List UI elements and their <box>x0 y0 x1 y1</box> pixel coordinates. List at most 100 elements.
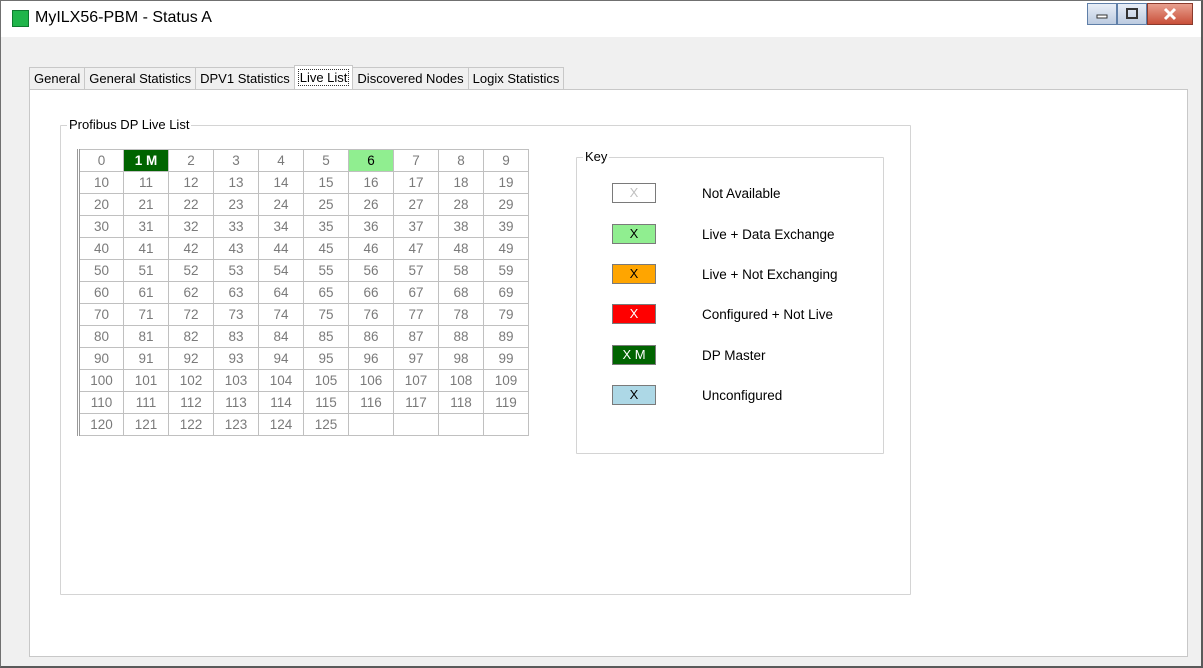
tab-live-list[interactable]: Live List <box>293 65 354 89</box>
live-list-node-cell: 52 <box>168 259 214 282</box>
live-list-node-cell: 71 <box>123 303 169 326</box>
live-list-node-cell: 41 <box>123 237 169 260</box>
live-list-node-cell: 117 <box>393 391 439 414</box>
key-swatch: X <box>612 183 656 203</box>
key-label: Not Available <box>702 186 781 201</box>
live-list-node-cell: 30 <box>78 215 124 238</box>
tab-logix-statistics[interactable]: Logix Statistics <box>467 67 565 89</box>
live-list-node-cell: 21 <box>123 193 169 216</box>
title-bar[interactable]: MyILX56-PBM - Status A <box>1 1 1201 37</box>
live-list-node-cell: 25 <box>303 193 349 216</box>
live-list-node-cell: 15 <box>303 171 349 194</box>
live-list-node-cell: 88 <box>438 325 484 348</box>
live-list-row: 50 51 52 53 54 55 56 57 58 59 <box>78 259 529 282</box>
live-list-node-cell: 107 <box>393 369 439 392</box>
key-label: Configured + Not Live <box>702 307 833 322</box>
tab-dpv1-statistics[interactable]: DPV1 Statistics <box>195 67 295 89</box>
live-list-node-cell: 47 <box>393 237 439 260</box>
live-list-empty-cell <box>483 413 529 436</box>
live-list-node-cell: 2 <box>168 149 214 172</box>
live-list-empty-cell <box>348 413 394 436</box>
tab-label: Discovered Nodes <box>357 71 464 86</box>
live-list-node-cell: 1 M <box>123 149 169 172</box>
live-list-node-cell: 44 <box>258 237 304 260</box>
key-label: DP Master <box>702 348 766 363</box>
tab-label: Logix Statistics <box>472 71 560 86</box>
live-list-node-cell: 110 <box>78 391 124 414</box>
live-list-node-cell: 123 <box>213 413 259 436</box>
minimize-icon <box>1096 14 1108 19</box>
live-list-row: 120 121 122 123 124 125 <box>78 413 529 436</box>
live-list-node-cell: 0 <box>78 149 124 172</box>
live-list-node-cell: 24 <box>258 193 304 216</box>
key-label: Live + Not Exchanging <box>702 267 838 282</box>
live-list-node-cell: 68 <box>438 281 484 304</box>
live-list-node-cell: 33 <box>213 215 259 238</box>
live-list-node-cell: 94 <box>258 347 304 370</box>
live-list-node-cell: 5 <box>303 149 349 172</box>
tab-label: Live List <box>297 69 350 86</box>
key-swatch: X <box>612 224 656 244</box>
close-button[interactable] <box>1147 3 1193 25</box>
live-list-node-cell: 79 <box>483 303 529 326</box>
live-list-node-cell: 122 <box>168 413 214 436</box>
live-list-grid: 01 M 2 3 4 5 6 7 8 9 10 11 12 13 14 15 16 17 18 19 20 21 22 23… <box>77 149 529 436</box>
live-list-node-cell: 59 <box>483 259 529 282</box>
live-list-node-cell: 64 <box>258 281 304 304</box>
live-list-node-cell: 4 <box>258 149 304 172</box>
live-list-node-cell: 27 <box>393 193 439 216</box>
key-swatch: X <box>612 385 656 405</box>
live-list-node-cell: 112 <box>168 391 214 414</box>
tab-strip: General General Statistics DPV1 Statistics… <box>29 65 565 90</box>
live-list-node-cell: 7 <box>393 149 439 172</box>
key-swatch: X <box>612 304 656 324</box>
live-list-node-cell: 103 <box>213 369 259 392</box>
live-list-node-cell: 14 <box>258 171 304 194</box>
live-list-node-cell: 80 <box>78 325 124 348</box>
live-list-row: 01 M23456789 <box>78 149 529 172</box>
live-list-node-cell: 105 <box>303 369 349 392</box>
live-list-node-cell: 73 <box>213 303 259 326</box>
live-list-node-cell: 84 <box>258 325 304 348</box>
live-list-node-cell: 65 <box>303 281 349 304</box>
live-list-node-cell: 16 <box>348 171 394 194</box>
live-list-node-cell: 93 <box>213 347 259 370</box>
live-list-empty-cell <box>393 413 439 436</box>
live-list-row: 80 81 82 83 84 85 86 87 88 89 <box>78 325 529 348</box>
live-list-row: 60 61 62 63 64 65 66 67 68 69 <box>78 281 529 304</box>
live-list-row: 70 71 72 73 74 75 76 77 78 79 <box>78 303 529 326</box>
tab-discovered-nodes[interactable]: Discovered Nodes <box>352 67 469 89</box>
live-list-node-cell: 49 <box>483 237 529 260</box>
tab-general[interactable]: General <box>29 67 86 89</box>
live-list-node-cell: 72 <box>168 303 214 326</box>
live-list-node-cell: 96 <box>348 347 394 370</box>
tab-label: General Statistics <box>89 71 192 86</box>
tab-general-statistics[interactable]: General Statistics <box>84 67 197 89</box>
live-list-node-cell: 22 <box>168 193 214 216</box>
live-list-node-cell: 60 <box>78 281 124 304</box>
live-list-node-cell: 40 <box>78 237 124 260</box>
live-list-node-cell: 9 <box>483 149 529 172</box>
live-list-node-cell: 109 <box>483 369 529 392</box>
live-list-node-cell: 8 <box>438 149 484 172</box>
live-list-row: 20 21 22 23 24 25 26 27 28 29 <box>78 193 529 216</box>
live-list-node-cell: 82 <box>168 325 214 348</box>
live-list-node-cell: 51 <box>123 259 169 282</box>
live-list-row: 100 101 102 103 104 105 106 107 108 109 <box>78 369 529 392</box>
live-list-node-cell: 67 <box>393 281 439 304</box>
status-window: MyILX56-PBM - Status A General General St… <box>0 0 1203 668</box>
live-list-node-cell: 39 <box>483 215 529 238</box>
live-list-node-cell: 32 <box>168 215 214 238</box>
live-list-node-cell: 13 <box>213 171 259 194</box>
live-list-node-cell: 91 <box>123 347 169 370</box>
live-list-node-cell: 121 <box>123 413 169 436</box>
live-list-group-label: Profibus DP Live List <box>67 117 192 132</box>
live-list-node-cell: 34 <box>258 215 304 238</box>
live-list-node-cell: 37 <box>393 215 439 238</box>
minimize-button[interactable] <box>1087 3 1117 25</box>
live-list-node-cell: 50 <box>78 259 124 282</box>
live-list-node-cell: 36 <box>348 215 394 238</box>
maximize-button[interactable] <box>1117 3 1147 25</box>
tab-label: General <box>34 71 81 86</box>
live-list-node-cell: 108 <box>438 369 484 392</box>
